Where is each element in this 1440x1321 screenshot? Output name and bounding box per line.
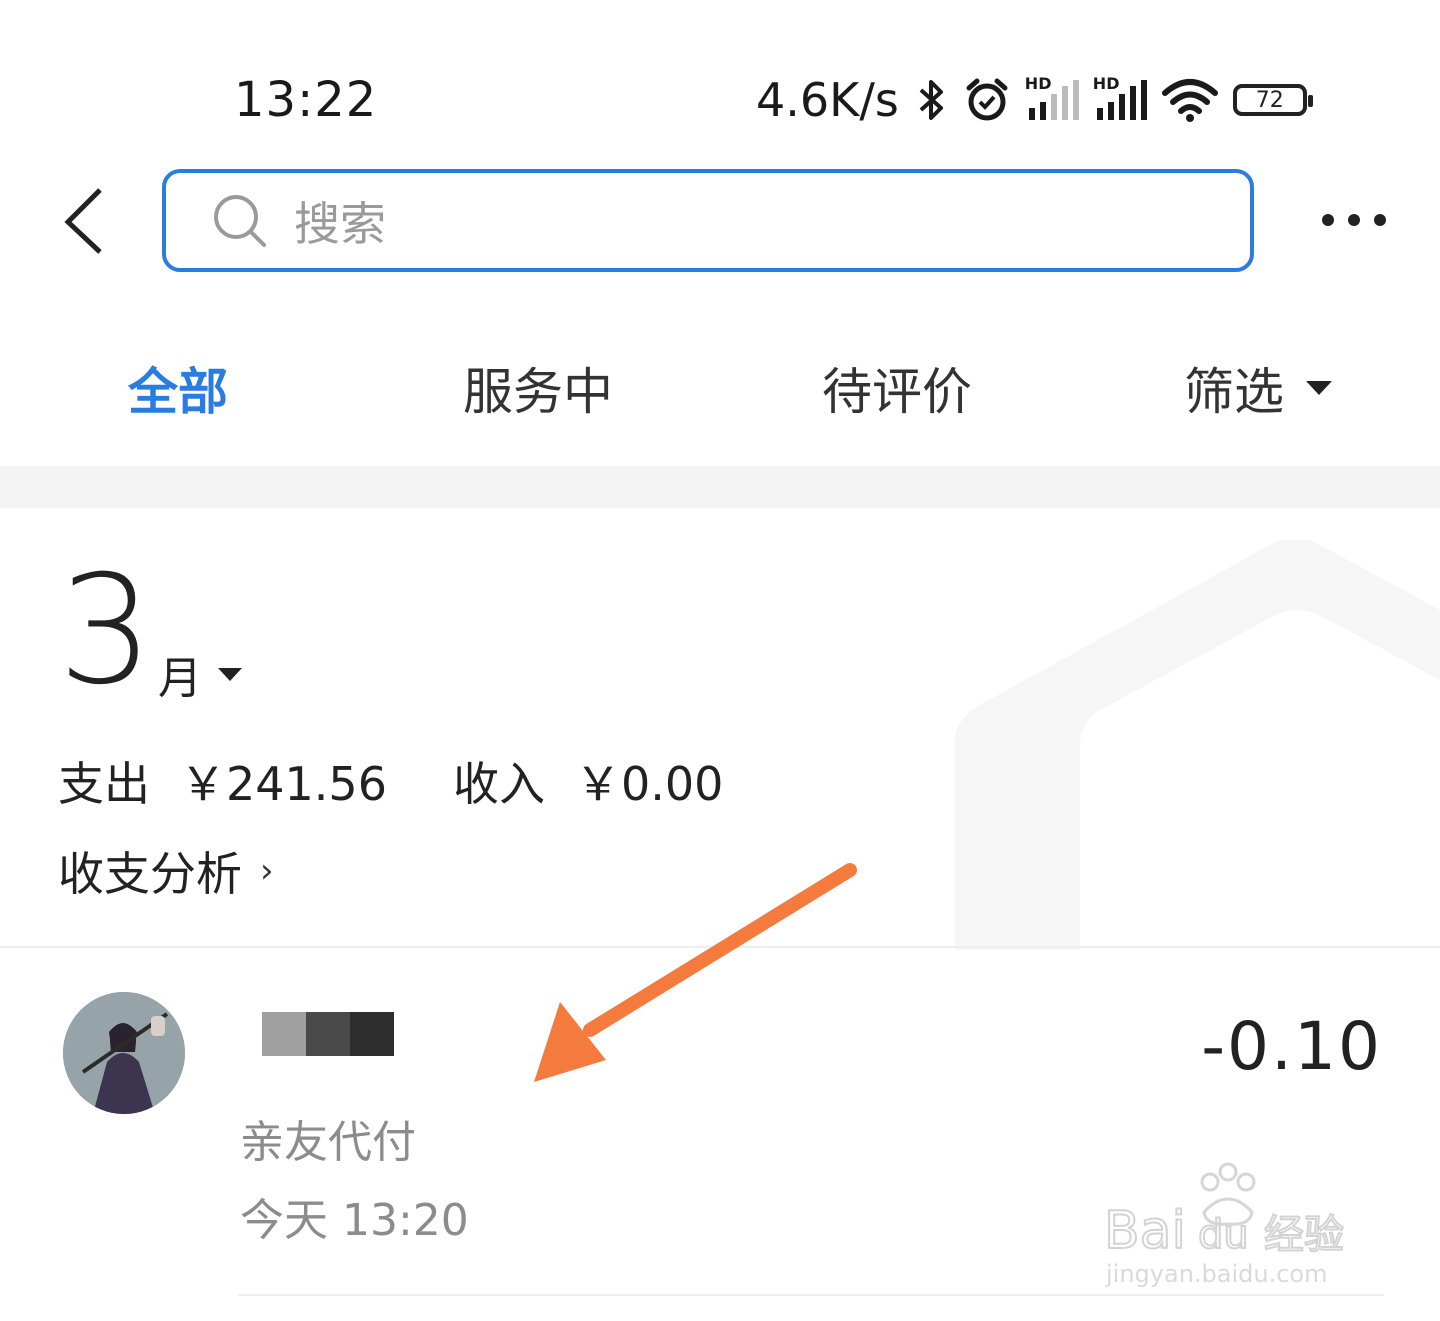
signal-icon-sim2: HD (1093, 74, 1147, 120)
tab-all[interactable]: 全部 (128, 352, 228, 424)
transaction-time: 今天 13:20 (240, 1195, 469, 1246)
search-icon (214, 194, 266, 247)
alarm-icon (966, 78, 1008, 121)
search-placeholder: 搜索 (294, 196, 386, 251)
income-label: 收入 (452, 757, 545, 811)
status-time: 13:22 (234, 72, 378, 128)
transaction-amount: -0.10 (1201, 1008, 1382, 1085)
chevron-right-icon: › (260, 851, 274, 891)
svg-text:jingyan.baidu.com: jingyan.baidu.com (1105, 1260, 1327, 1288)
expense-value: ￥241.56 (180, 757, 387, 811)
svg-text:du: du (1198, 1212, 1249, 1258)
analysis-label: 收支分析 (58, 847, 242, 901)
row-divider (238, 1294, 1384, 1296)
avatar-illustration (63, 992, 185, 1114)
section-separator (0, 466, 1440, 508)
svg-text:Bai: Bai (1104, 1201, 1186, 1261)
annotation-arrow (534, 863, 857, 1082)
income-expense-analysis-link[interactable]: 收支分析 › (58, 838, 274, 904)
tab-in-service[interactable]: 服务中 (463, 352, 613, 424)
signal-icon-sim1: HD (1025, 74, 1079, 120)
caret-down-icon (218, 667, 242, 681)
avatar (63, 992, 185, 1114)
expense-label: 支出 (58, 757, 150, 811)
back-arrow-icon[interactable] (60, 186, 120, 256)
search-input[interactable]: 搜索 (162, 169, 1254, 272)
wifi-icon (1161, 79, 1218, 122)
summary-row: 支出 ￥241.56 收入 ￥0.00 (58, 748, 723, 814)
tab-filter[interactable]: 筛选 (1184, 352, 1332, 424)
svg-text:经验: 经验 (1264, 1212, 1344, 1258)
tab-filter-label: 筛选 (1184, 363, 1284, 421)
more-options-icon[interactable] (1322, 206, 1392, 234)
caret-down-icon (1306, 381, 1332, 395)
status-indicators: 4.6K/s HD HD 72 (756, 70, 1313, 130)
network-speed: 4.6K/s (756, 73, 899, 127)
background-house-decoration (955, 540, 1440, 950)
battery-icon: 72 (1232, 84, 1313, 116)
income-value: ￥0.00 (574, 757, 724, 811)
transaction-type: 亲友代付 (240, 1117, 416, 1168)
month-number: 3 (58, 544, 154, 718)
tab-to-review[interactable]: 待评价 (822, 352, 972, 424)
battery-level: 72 (1255, 87, 1284, 113)
month-selector[interactable]: 月 (158, 642, 242, 706)
month-unit: 月 (158, 653, 202, 704)
redacted-payee-name (262, 1012, 394, 1056)
bluetooth-icon (919, 80, 943, 120)
baidu-jingyan-watermark: Bai du 经验 jingyan.baidu.com (1103, 1162, 1345, 1288)
